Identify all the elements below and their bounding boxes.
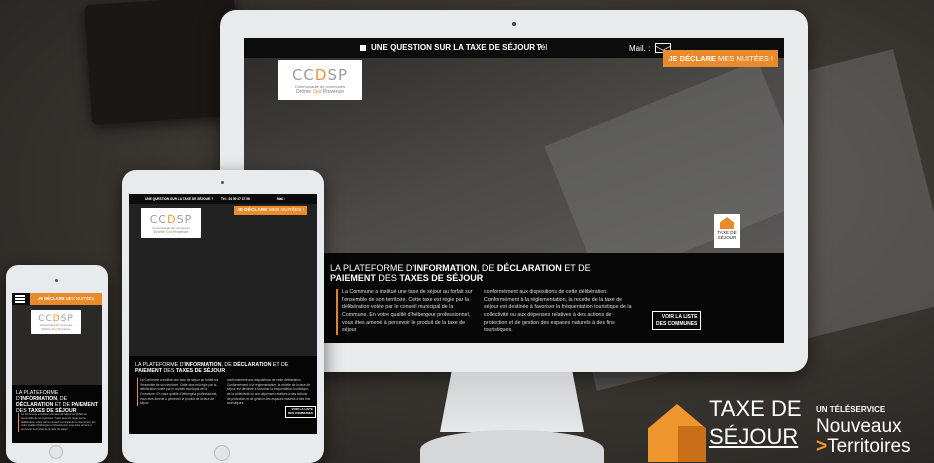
camera-dot	[55, 279, 58, 282]
desktop-foot	[420, 430, 604, 463]
background-wallet	[83, 0, 243, 126]
menu-icon[interactable]	[15, 295, 25, 303]
view-communes-button[interactable]: VOIR LA LISTE DES COMMUNES	[285, 406, 316, 418]
brand-taxe: TAXE DE	[709, 396, 802, 421]
declare-nights-button[interactable]: JE DÉCLARE MES NUITÉES	[30, 293, 102, 305]
camera-dot	[512, 22, 516, 26]
headline: LA PLATEFORME D'INFORMATION, DE DÉCLARAT…	[135, 362, 289, 375]
tablet-device: UNE QUESTION SUR LA TAXE DE SÉJOUR ? Tél…	[122, 170, 324, 463]
desktop-stand	[440, 372, 584, 432]
taxe-sejour-badge: TAXE DE SÉJOUR	[714, 214, 740, 248]
declare-nights-button[interactable]: JE DÉCLARE MES NUITÉES !	[234, 206, 307, 215]
tablet-top-bar: UNE QUESTION SUR LA TAXE DE SÉJOUR ? Tél…	[129, 194, 317, 204]
brand-sejour: SÉJOUR	[709, 424, 799, 449]
info-band: LA PLATEFORME D'INFORMATION, DE DÉCLARAT…	[244, 253, 784, 343]
ccdsp-logo[interactable]: CCDSP Communauté de communes Drôme Sud P…	[31, 310, 81, 334]
home-button	[214, 445, 230, 461]
ccdsp-logo[interactable]: CCDSP Communauté de communes Drôme Sud P…	[141, 208, 201, 238]
brand-teleservice: UN TÉLÉSERVICE	[816, 405, 886, 414]
headline: LA PLATEFORME D'INFORMATION, DE DÉCLARAT…	[330, 263, 591, 284]
declare-nights-button[interactable]: JE DÉCLARE MES NUITÉES !	[663, 50, 778, 67]
home-button	[49, 445, 63, 459]
tablet-screen: UNE QUESTION SUR LA TAXE DE SÉJOUR ? Tél…	[129, 194, 317, 434]
chevron-right-icon: >	[816, 436, 828, 457]
phone-device: JE DÉCLARE MES NUITÉES CCDSP Communauté …	[6, 265, 108, 463]
intro-text-col2: conformément aux dispositions de cette d…	[227, 378, 311, 406]
question-text: UNE QUESTION SUR LA TAXE DE SÉJOUR ?	[360, 43, 542, 52]
intro-text-col1: La Commune a institué une taxe de séjour…	[137, 378, 223, 406]
phone-info-band: LA PLATEFORME D'INFORMATION, DE DÉCLARAT…	[12, 385, 102, 443]
brand-territoires: >Territoires	[816, 436, 911, 457]
view-communes-button[interactable]: VOIR LA LISTE DES COMMUNES	[652, 311, 702, 330]
house-icon	[720, 217, 734, 229]
tablet-info-band: LA PLATEFORME D'INFORMATION, DE DÉCLARAT…	[129, 356, 317, 434]
tel-link[interactable]: Tél	[536, 43, 547, 52]
taxe-de-sejour-brand: TAXE DE SÉJOUR UN TÉLÉSERVICE Nouveaux >…	[648, 396, 934, 463]
headline: LA PLATEFORME D'INFORMATION, DE DÉCLARAT…	[16, 390, 98, 414]
phone-top-bar: JE DÉCLARE MES NUITÉES	[12, 293, 102, 305]
intro-text-col1: La Commune a institué une taxe de séjour…	[336, 289, 476, 336]
desktop-screen: UNE QUESTION SUR LA TAXE DE SÉJOUR ? Tél…	[244, 38, 784, 343]
camera-dot	[221, 181, 224, 184]
intro-text-col1: La Commune a institué une taxe de séjour…	[18, 413, 98, 432]
intro-text-col2: conformément aux dispositions de cette d…	[484, 289, 632, 334]
phone-screen: JE DÉCLARE MES NUITÉES CCDSP Communauté …	[12, 293, 102, 443]
house-logo-icon	[648, 404, 706, 462]
ccdsp-logo[interactable]: CCDSP Communauté de communes Drôme Sud P…	[278, 60, 362, 100]
brand-nouveaux: Nouveaux	[816, 416, 902, 437]
